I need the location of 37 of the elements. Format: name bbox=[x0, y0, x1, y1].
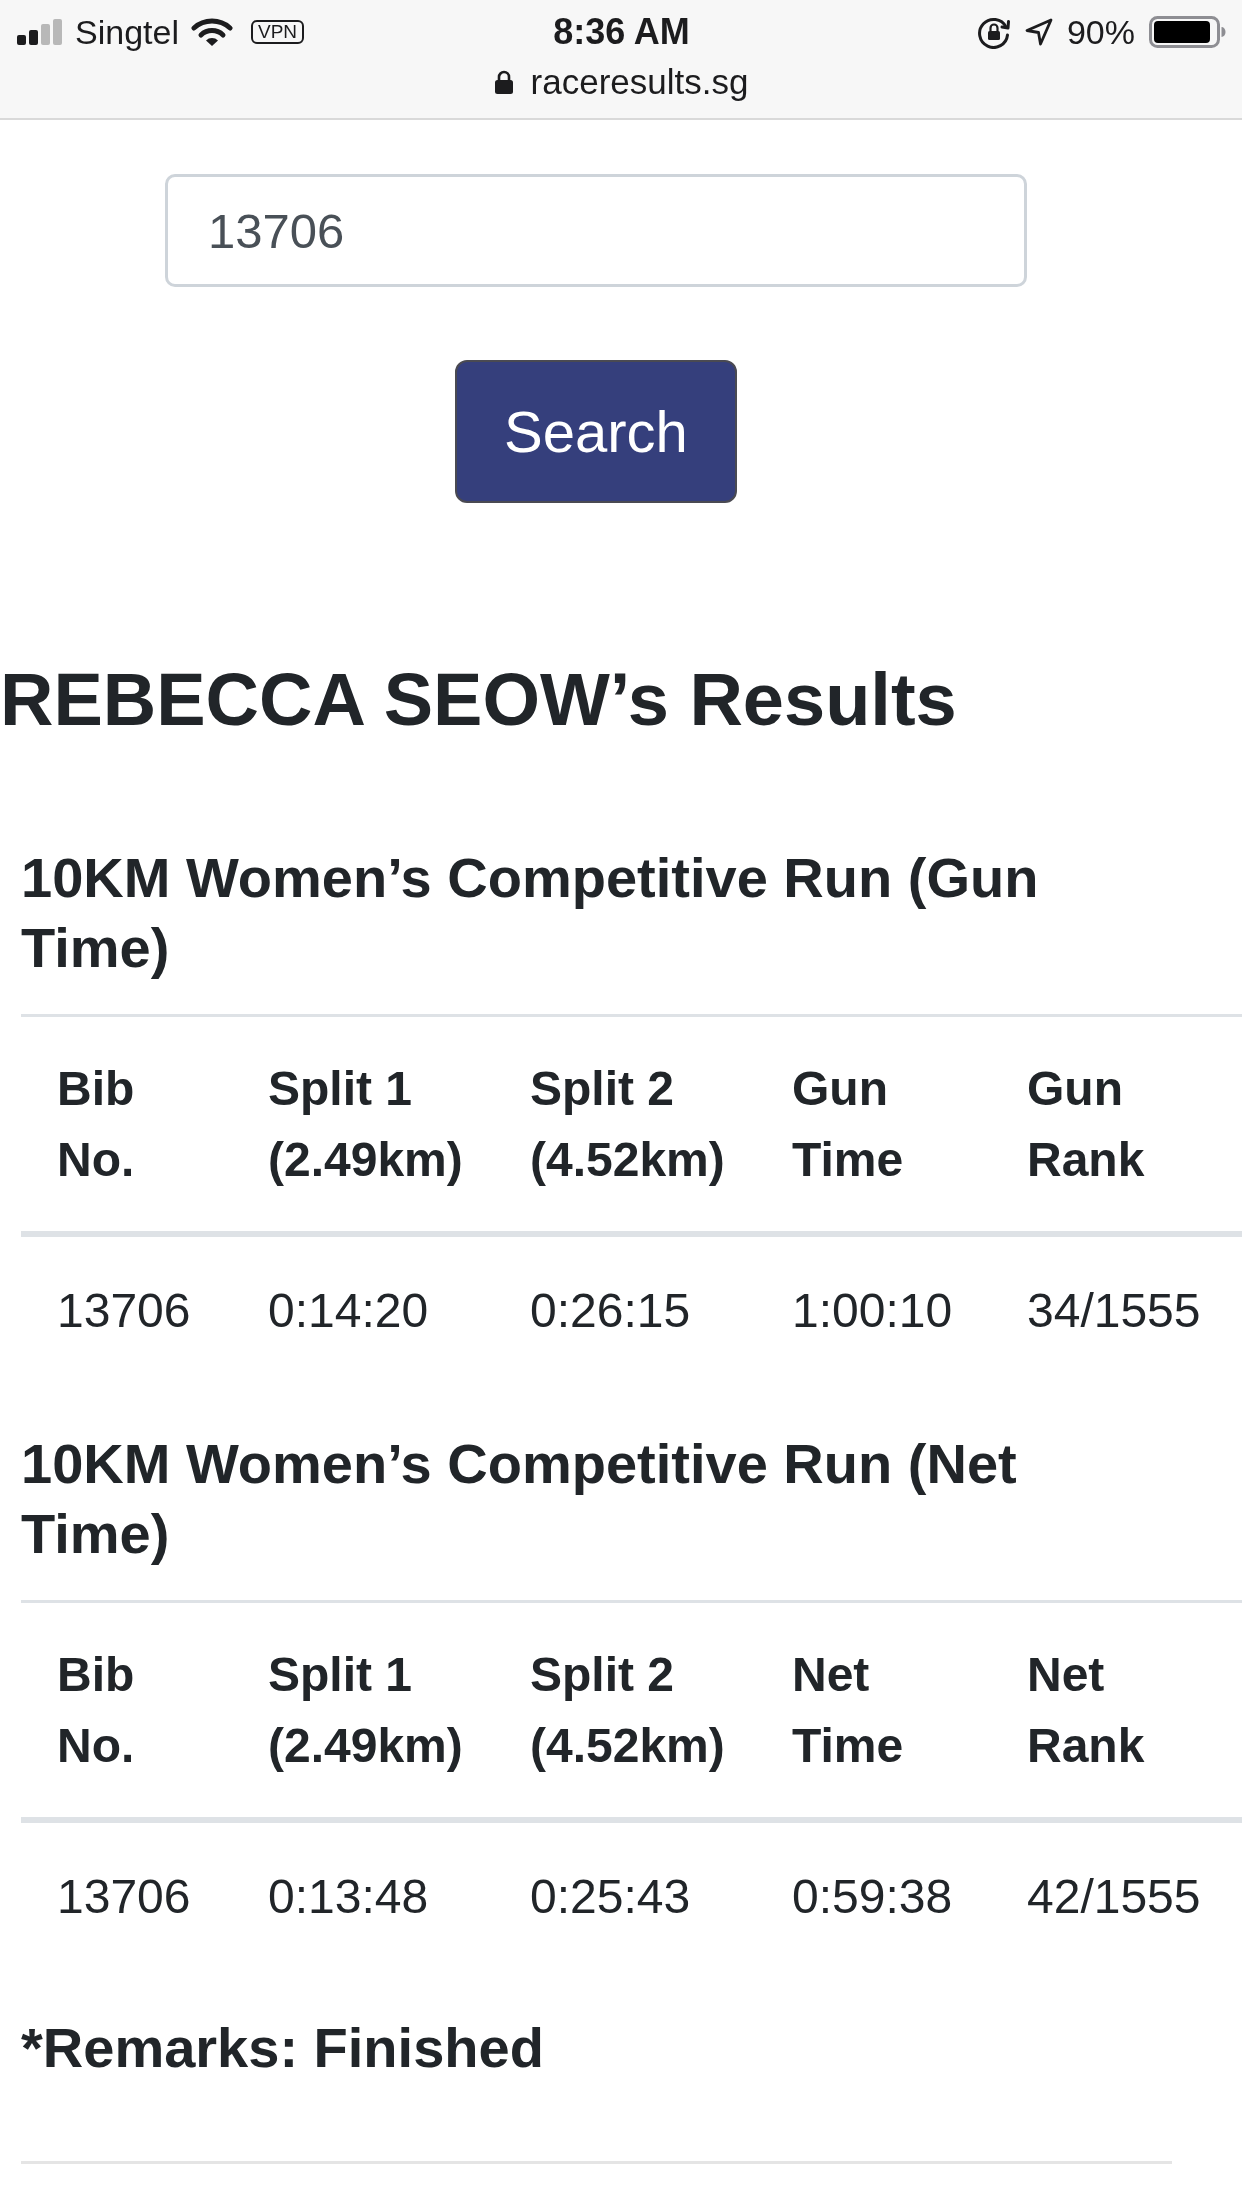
search-field[interactable]: 13706 bbox=[165, 174, 1027, 287]
column-header: Gun Time bbox=[756, 1015, 991, 1234]
location-arrow-icon bbox=[1024, 18, 1053, 46]
rotation-lock-icon bbox=[976, 15, 1011, 49]
column-header: Net Rank bbox=[991, 1601, 1242, 1820]
table-cell: 34/1555 bbox=[991, 1234, 1242, 1384]
table-cell: 0:14:20 bbox=[232, 1234, 494, 1384]
page-title: REBECCA SEOW’s Results bbox=[0, 657, 958, 743]
column-header: Bib No. bbox=[21, 1015, 232, 1234]
vpn-indicator: VPN bbox=[250, 20, 305, 44]
table-cell: 0:26:15 bbox=[494, 1234, 756, 1384]
column-header: Split 2 (4.52km) bbox=[494, 1015, 756, 1234]
column-header: Bib No. bbox=[21, 1601, 232, 1820]
section-title: 10KM Women’s Competitive Run (Net Time) bbox=[21, 1431, 1018, 1567]
padlock-icon bbox=[494, 70, 513, 94]
column-header: Gun Rank bbox=[991, 1015, 1242, 1234]
search-button[interactable]: Search bbox=[455, 360, 737, 503]
table-cell: 0:25:43 bbox=[494, 1820, 756, 1970]
url-text[interactable]: raceresults.sg bbox=[530, 62, 749, 102]
table-cell: 0:59:38 bbox=[756, 1820, 991, 1970]
column-header: Split 1 (2.49km) bbox=[232, 1601, 494, 1820]
wifi-icon bbox=[190, 17, 233, 47]
battery-percent: 90% bbox=[1066, 12, 1135, 52]
column-header: Split 2 (4.52km) bbox=[494, 1601, 756, 1820]
table-cell: 42/1555 bbox=[991, 1820, 1242, 1970]
table-cell: 13706 bbox=[21, 1820, 232, 1970]
battery-icon bbox=[1149, 16, 1226, 48]
column-header: Split 1 (2.49km) bbox=[232, 1015, 494, 1234]
remarks-text: *Remarks: Finished bbox=[21, 2015, 545, 2081]
clock-time: 8:36 AM bbox=[553, 12, 690, 52]
column-header: Net Time bbox=[756, 1601, 991, 1820]
table-cell: 13706 bbox=[21, 1234, 232, 1384]
table-cell: 1:00:10 bbox=[756, 1234, 991, 1384]
section-title: 10KM Women’s Competitive Run (Gun Time) bbox=[21, 845, 1040, 981]
signal-strength-icon bbox=[17, 19, 63, 45]
table-cell: 0:13:48 bbox=[232, 1820, 494, 1970]
carrier-name: Singtel bbox=[75, 12, 179, 52]
